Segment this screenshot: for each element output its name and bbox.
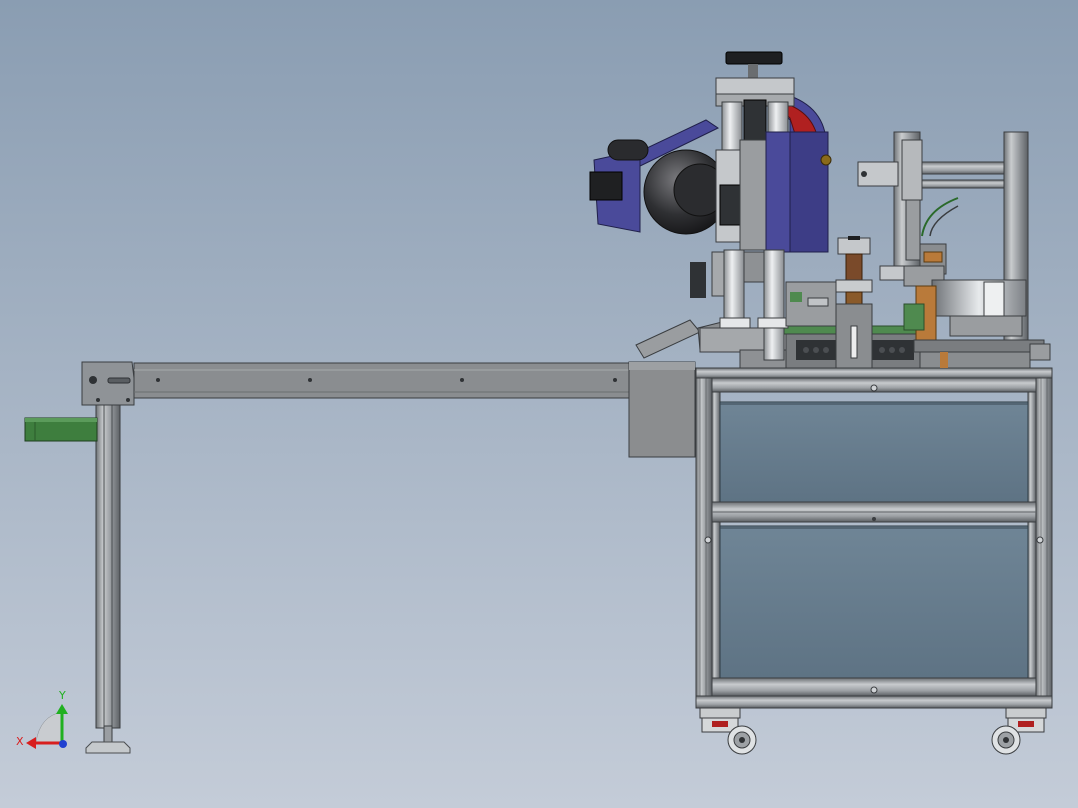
cad-viewport[interactable]: X Y: [0, 0, 1078, 808]
caster-right: [991, 707, 1047, 755]
caster-left: [699, 707, 757, 755]
green-sensor-block: [24, 417, 98, 442]
x-axis-label: X: [16, 735, 24, 748]
conveyor-beam: [81, 361, 696, 458]
z-axis-dot: [59, 740, 67, 748]
x-arrow-head: [26, 737, 36, 749]
drive-motor: [589, 139, 757, 243]
y-arrow-head: [56, 704, 68, 714]
left-stand: [85, 397, 131, 754]
machine-cabinet: [695, 367, 1053, 709]
cad-model-view[interactable]: X Y: [0, 0, 1078, 808]
coordinate-triad: X Y: [16, 689, 68, 749]
y-axis-label: Y: [58, 689, 66, 702]
